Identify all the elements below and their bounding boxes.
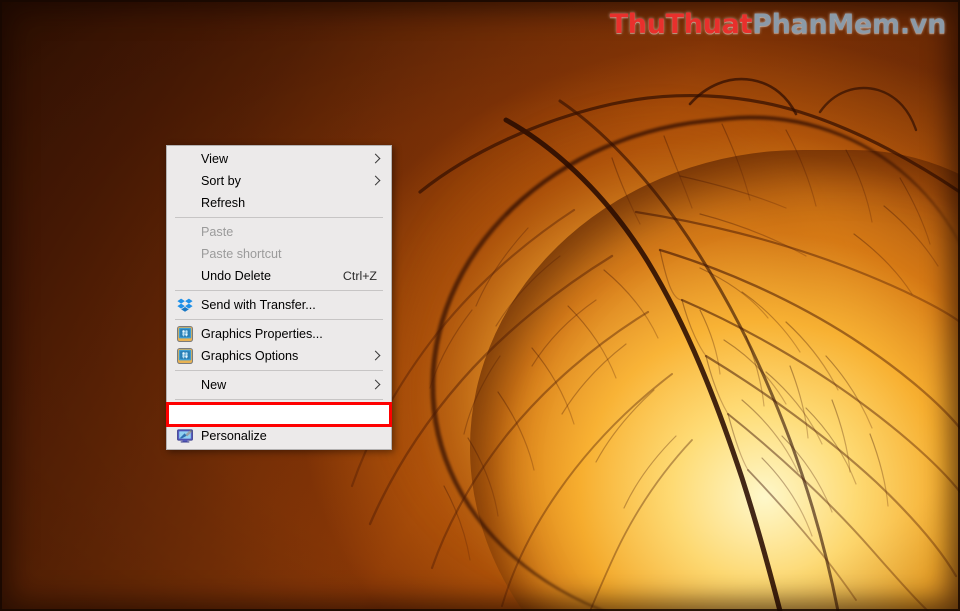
menu-label-display-settings: Display settings (201, 406, 290, 421)
menu-icon-none (175, 173, 195, 189)
menu-label-paste: Paste (201, 224, 234, 239)
intel-graphics-icon (175, 326, 195, 342)
menu-separator-4 (175, 370, 383, 371)
menu-separator-2 (175, 290, 383, 291)
menu-accelerator-undo-delete: Ctrl+Z (342, 269, 377, 283)
watermark-part1: ThuThuat (609, 9, 753, 40)
menu-label-personalize: Personalize (201, 428, 267, 443)
menu-item-personalize[interactable]: Personalize (167, 425, 391, 447)
menu-item-display-settings[interactable]: Display settings (166, 401, 392, 427)
chevron-right-icon (371, 153, 381, 165)
menu-item-send-with-transfer[interactable]: Send with Transfer... (167, 294, 391, 316)
watermark-part2: PhanMem (752, 9, 900, 40)
menu-icon-none (175, 246, 195, 262)
menu-item-graphics-options[interactable]: Graphics Options (167, 345, 391, 367)
menu-item-new[interactable]: New (167, 374, 391, 396)
menu-icon-none (175, 224, 195, 240)
physalis-vein-network (0, 0, 960, 611)
menu-item-view[interactable]: View (167, 148, 391, 170)
desktop-screen: ThuThuatPhanMem.vn View Sort by Refresh … (0, 0, 960, 611)
intel-graphics-icon (175, 348, 195, 364)
menu-label-graphics-properties: Graphics Properties... (201, 326, 323, 341)
menu-icon-none (175, 268, 195, 284)
menu-icon-none (175, 195, 195, 211)
monitor-icon (175, 406, 195, 422)
menu-label-view: View (201, 151, 229, 166)
menu-separator-5 (175, 399, 383, 400)
menu-label-refresh: Refresh (201, 195, 246, 210)
menu-icon-none (175, 151, 195, 167)
chevron-right-icon (371, 379, 381, 391)
personalize-icon (175, 428, 195, 444)
menu-item-refresh[interactable]: Refresh (167, 192, 391, 214)
watermark-thuthuatphanmem: ThuThuatPhanMem.vn (609, 9, 947, 40)
menu-item-graphics-properties[interactable]: Graphics Properties... (167, 323, 391, 345)
chevron-right-icon (371, 350, 381, 362)
dropbox-icon (175, 297, 195, 313)
menu-separator-3 (175, 319, 383, 320)
menu-separator-1 (175, 217, 383, 218)
watermark-part3: .vn (899, 9, 946, 40)
menu-label-new: New (201, 377, 227, 392)
menu-label-paste-shortcut: Paste shortcut (201, 246, 282, 261)
chevron-right-icon (371, 175, 381, 187)
menu-label-send-with-transfer: Send with Transfer... (201, 297, 316, 312)
menu-icon-none (175, 377, 195, 393)
desktop-context-menu[interactable]: View Sort by Refresh Paste Paste shortcu… (166, 145, 392, 450)
menu-label-sort-by: Sort by (201, 173, 241, 188)
menu-item-undo-delete[interactable]: Undo Delete Ctrl+Z (167, 265, 391, 287)
menu-item-paste: Paste (167, 221, 391, 243)
menu-label-graphics-options: Graphics Options (201, 348, 299, 363)
menu-label-undo-delete: Undo Delete (201, 268, 272, 283)
menu-item-sort-by[interactable]: Sort by (167, 170, 391, 192)
menu-item-paste-shortcut: Paste shortcut (167, 243, 391, 265)
